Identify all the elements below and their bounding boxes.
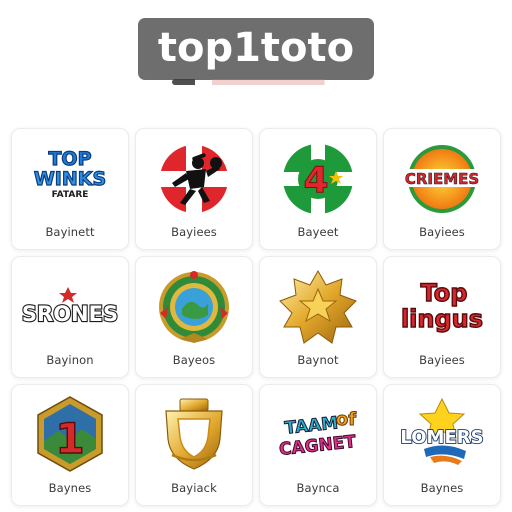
lomers-star-logo: LOMERS xyxy=(394,395,490,473)
bookmaker-card[interactable]: 4 Bayeet xyxy=(259,128,377,250)
top-winks-logo: TOP WINKS FATARE xyxy=(22,139,118,217)
taam-cagnet-logo: TAAM of CAGNET xyxy=(270,395,366,473)
bookmaker-card[interactable]: Bayiees xyxy=(135,128,253,250)
logo-text: TOP xyxy=(48,148,91,170)
hexagon-one-badge-icon: 1 xyxy=(22,395,118,473)
logo-text: lingus xyxy=(401,305,483,333)
bookmaker-card[interactable]: Baynot xyxy=(259,256,377,378)
srones-logo: SRONES xyxy=(22,267,118,345)
logo-text: of xyxy=(336,409,356,430)
bookmaker-grid: TOP WINKS FATARE Bayinett Bayiees 4 Baye… xyxy=(11,128,501,506)
brand-underline xyxy=(172,79,338,85)
burglar-cross-icon xyxy=(146,139,242,217)
logo-text: LOMERS xyxy=(400,427,483,448)
card-label: Bayinett xyxy=(45,225,95,239)
logo-text: FATARE xyxy=(52,190,89,200)
page: top1toto TOP WINKS FATARE Bayinett Bayie… xyxy=(0,0,512,512)
bookmaker-card[interactable]: TOP WINKS FATARE Bayinett xyxy=(11,128,129,250)
criemes-sun-logo: CRIEMES xyxy=(394,139,490,217)
card-label: Bayinon xyxy=(46,353,94,367)
bookmaker-card[interactable]: SRONES Bayinon xyxy=(11,256,129,378)
logo-text: Top xyxy=(421,279,468,307)
bookmaker-card[interactable]: 1 Baynes xyxy=(11,384,129,506)
card-label: Baynot xyxy=(297,353,339,367)
gold-shield-crest-icon xyxy=(146,395,242,473)
logo-text: 4 xyxy=(303,160,328,201)
bookmaker-card[interactable]: Bayiack xyxy=(135,384,253,506)
logo-text: CRIEMES xyxy=(405,170,479,188)
card-label: Bayiees xyxy=(171,225,217,239)
card-label: Bayiees xyxy=(419,353,465,367)
card-label: Baynes xyxy=(420,481,464,495)
bookmaker-card[interactable]: Bayeos xyxy=(135,256,253,378)
card-label: Baynca xyxy=(296,481,340,495)
logo-text: WINKS xyxy=(34,168,106,190)
bookmaker-card[interactable]: TAAM of CAGNET Baynca xyxy=(259,384,377,506)
number-four-badge-icon: 4 xyxy=(270,139,366,217)
bookmaker-card[interactable]: CRIEMES Bayiees xyxy=(383,128,501,250)
top-lingus-logo: Top lingus xyxy=(394,267,490,345)
card-label: Bayiees xyxy=(419,225,465,239)
brand-logo[interactable]: top1toto xyxy=(138,18,374,80)
card-label: Bayeet xyxy=(297,225,339,239)
ornate-globe-emblem-icon xyxy=(146,267,242,345)
logo-text: SRONES xyxy=(22,302,118,326)
card-label: Baynes xyxy=(48,481,92,495)
bookmaker-card[interactable]: LOMERS Baynes xyxy=(383,384,501,506)
card-label: Bayeos xyxy=(172,353,216,367)
logo-text: 1 xyxy=(55,414,84,463)
bookmaker-card[interactable]: Top lingus Bayiees xyxy=(383,256,501,378)
brand-title: top1toto xyxy=(157,25,355,71)
gold-star-medal-icon xyxy=(270,267,366,345)
card-label: Bayiack xyxy=(171,481,217,495)
